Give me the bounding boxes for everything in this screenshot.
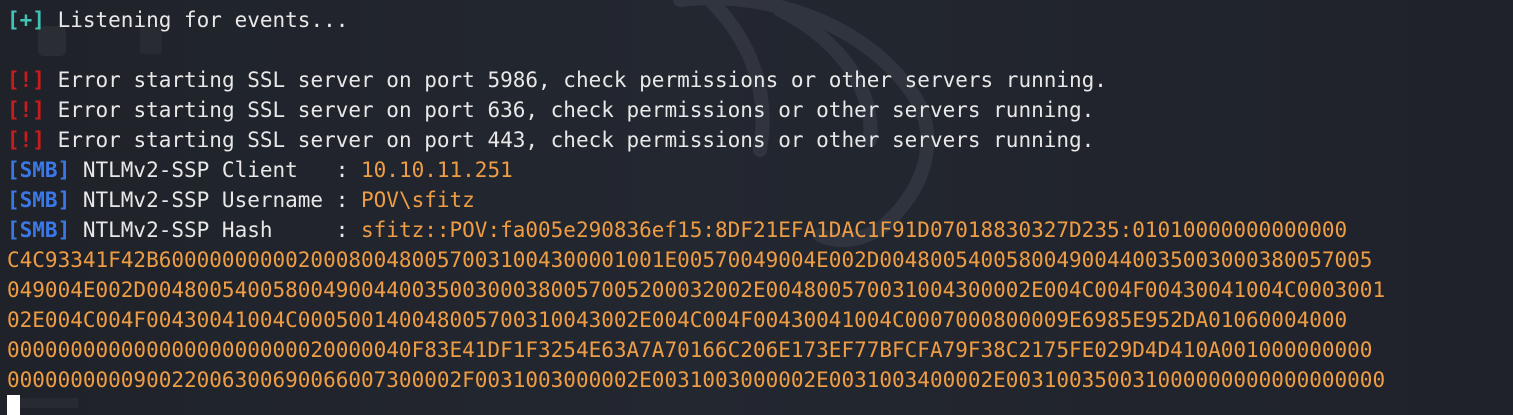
hash-line: 049004E002D00480054005800490044003500300… [7, 278, 1386, 302]
hash-line: 000000000090022006300690066007300002F003… [7, 368, 1386, 392]
field-label: NTLMv2-SSP Client : [70, 158, 362, 182]
terminal-line-smb-username: [SMB] NTLMv2-SSP Username : POV\sfitz [7, 185, 475, 215]
line-text: Error starting SSL server on port 443, c… [44, 128, 1095, 152]
field-value: POV\sfitz [361, 188, 475, 212]
terminal-line-smb-hash: [SMB] NTLMv2-SSP Hash : sfitz::POV:fa005… [7, 215, 1347, 245]
hash-continuation: C4C93341F42B6000000000020008004800570031… [7, 245, 1385, 395]
info-tag: [+] [7, 8, 45, 32]
line-text: Error starting SSL server on port 636, c… [44, 98, 1095, 122]
error-tag: [!] [7, 98, 45, 122]
terminal-line-smb-client: [SMB] NTLMv2-SSP Client : 10.10.11.251 [7, 155, 513, 185]
desktop-label-ghost [18, 398, 78, 408]
line-text: Error starting SSL server on port 5986, … [44, 68, 1107, 92]
terminal-cursor[interactable] [7, 395, 20, 415]
field-label: NTLMv2-SSP Username : [70, 188, 362, 212]
hash-value: sfitz::POV:fa005e290836ef15:8DF21EFA1DAC… [361, 218, 1348, 242]
smb-tag: [SMB] [7, 158, 71, 182]
line-text: Listening for events... [44, 8, 349, 32]
smb-tag: [SMB] [7, 218, 71, 242]
smb-tag: [SMB] [7, 188, 71, 212]
terminal-line-error-5986: [!] Error starting SSL server on port 59… [7, 65, 1107, 95]
field-value: 10.10.11.251 [361, 158, 513, 182]
field-label: NTLMv2-SSP Hash : [70, 218, 362, 242]
hash-line: C4C93341F42B6000000000020008004800570031… [7, 248, 1373, 272]
hash-line: 02E004C004F00430041004C00050014004800570… [7, 308, 1348, 332]
terminal-line-error-636: [!] Error starting SSL server on port 63… [7, 95, 1094, 125]
error-tag: [!] [7, 128, 45, 152]
terminal-line-error-443: [!] Error starting SSL server on port 44… [7, 125, 1094, 155]
terminal-line-listening: [+] Listening for events... [7, 5, 348, 35]
terminal-window[interactable]: [+] Listening for events... [!] Error st… [0, 0, 1513, 415]
error-tag: [!] [7, 68, 45, 92]
hash-line: 00000000000000000000000020000040F83E41DF… [7, 338, 1373, 362]
